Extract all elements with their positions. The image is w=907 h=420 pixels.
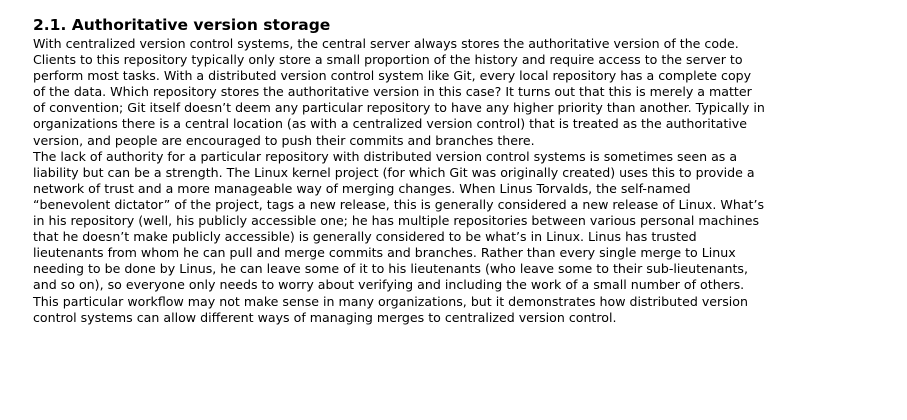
section-heading: 2.1. Authoritative version storage (33, 16, 331, 34)
paragraph-line: This particular workflow may not make se… (33, 293, 748, 309)
document-body: 2.1. Authoritative version storage With … (33, 14, 899, 326)
paragraph-line: that he doesn’t make publicly accessible… (33, 229, 697, 245)
paragraph-line: Clients to this repository typically onl… (33, 52, 743, 68)
paragraph-line: of convention; Git itself doesn’t deem a… (33, 100, 765, 116)
paragraph-line: of the data. Which repository stores the… (33, 84, 752, 100)
paragraph-line: version, and people are encouraged to pu… (33, 132, 535, 148)
paragraph-line: perform most tasks. With a distributed v… (33, 68, 752, 84)
paragraph-line: control systems can allow different ways… (33, 309, 617, 325)
paragraph-authoritative-storage: With centralized version control systems… (33, 36, 899, 149)
paragraph-line: lieutenants from whom he can pull and me… (33, 245, 736, 261)
paragraph-line: liability but can be a strength. The Lin… (33, 164, 755, 180)
paragraph-line: With centralized version control systems… (33, 36, 739, 51)
paragraph-line: in his repository (well, his publicly ac… (33, 213, 760, 229)
paragraph-line: network of trust and a more manageable w… (33, 180, 691, 196)
paragraph-line: “benevolent dictator” of the project, ta… (33, 196, 765, 212)
paragraph-line: needing to be done by Linus, he can leav… (33, 261, 748, 277)
paragraph-lack-of-authority: The lack of authority for a particular r… (33, 149, 899, 326)
paragraph-line: and so on), so everyone only needs to wo… (33, 277, 745, 293)
paragraph-line: organizations there is a central locatio… (33, 116, 747, 132)
paragraph-line: The lack of authority for a particular r… (33, 148, 738, 164)
